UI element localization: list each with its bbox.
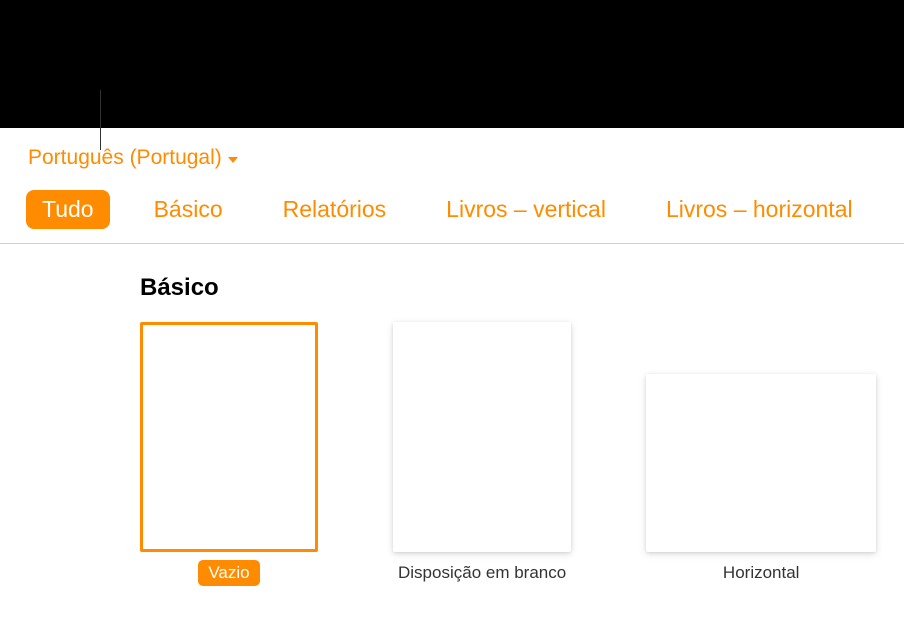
template-row: Vazio Disposição em branco Horizontal — [140, 322, 904, 586]
callout-indicator-line — [100, 90, 101, 150]
template-label-horizontal: Horizontal — [713, 560, 810, 586]
category-tabs: Tudo Básico Relatórios Livros – vertical… — [0, 170, 904, 244]
template-vazio[interactable]: Vazio — [140, 322, 318, 586]
tab-cartas[interactable]: Car — [897, 190, 904, 229]
top-black-region — [0, 0, 904, 128]
template-label-disposicao: Disposição em branco — [388, 560, 576, 586]
language-selector[interactable]: Português (Portugal) — [0, 128, 238, 170]
template-thumb-horizontal — [646, 374, 876, 552]
section-title: Básico — [140, 274, 904, 302]
template-disposicao-em-branco[interactable]: Disposição em branco — [388, 322, 576, 586]
template-horizontal[interactable]: Horizontal — [646, 374, 876, 586]
tab-livros-horizontal[interactable]: Livros – horizontal — [650, 190, 869, 229]
template-thumb-vazio — [140, 322, 318, 552]
tab-tudo[interactable]: Tudo — [26, 190, 110, 229]
language-selected-label: Português (Portugal) — [28, 146, 222, 170]
tab-livros-vertical[interactable]: Livros – vertical — [430, 190, 622, 229]
tab-basico[interactable]: Básico — [138, 190, 239, 229]
templates-content-area: Básico Vazio Disposição em branco Horizo… — [0, 244, 904, 586]
template-chooser-panel: Português (Portugal) Tudo Básico Relatór… — [0, 128, 904, 622]
chevron-down-icon — [228, 157, 238, 163]
template-label-vazio: Vazio — [198, 560, 259, 586]
template-thumb-disposicao — [393, 322, 571, 552]
tab-relatorios[interactable]: Relatórios — [267, 190, 403, 229]
